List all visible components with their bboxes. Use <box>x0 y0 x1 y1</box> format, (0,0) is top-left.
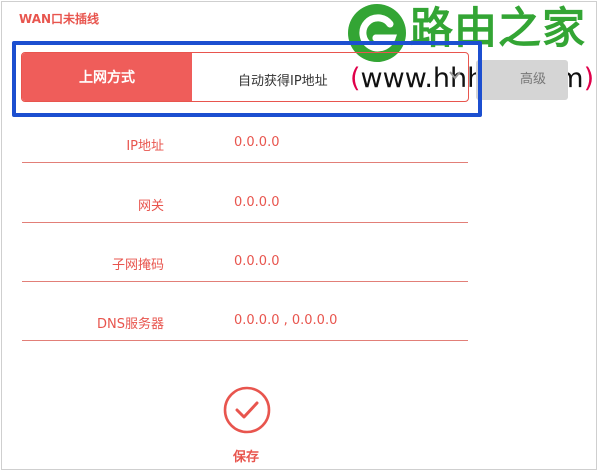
advanced-tab-label: 高级 <box>520 72 547 87</box>
gateway-value: 0.0.0.0 <box>234 195 280 210</box>
divider <box>22 222 468 223</box>
netmask-value: 0.0.0.0 <box>234 254 280 269</box>
dns-value: 0.0.0.0 , 0.0.0.0 <box>234 313 338 328</box>
save-check-icon[interactable] <box>222 385 272 435</box>
divider <box>22 281 468 282</box>
ip-value: 0.0.0.0 <box>234 135 280 150</box>
netmask-label: 子网掩码 <box>111 258 164 273</box>
highlight-box <box>12 41 482 117</box>
divider <box>22 340 468 341</box>
watermark-url-close: ) <box>583 63 595 94</box>
field-row-gateway: 网关 0.0.0.0 <box>22 187 468 223</box>
field-row-netmask: 子网掩码 0.0.0.0 <box>22 246 468 282</box>
gateway-label: 网关 <box>137 199 164 214</box>
field-row-dns: DNS服务器 0.0.0.0 , 0.0.0.0 <box>22 305 468 341</box>
field-row-ip: IP地址 0.0.0.0 <box>22 127 468 163</box>
dns-label: DNS服务器 <box>97 317 164 332</box>
wan-status-text: WAN口未插线 <box>19 12 100 26</box>
save-button[interactable]: 保存 <box>233 446 259 465</box>
ip-label: IP地址 <box>126 139 164 154</box>
divider <box>22 162 468 163</box>
